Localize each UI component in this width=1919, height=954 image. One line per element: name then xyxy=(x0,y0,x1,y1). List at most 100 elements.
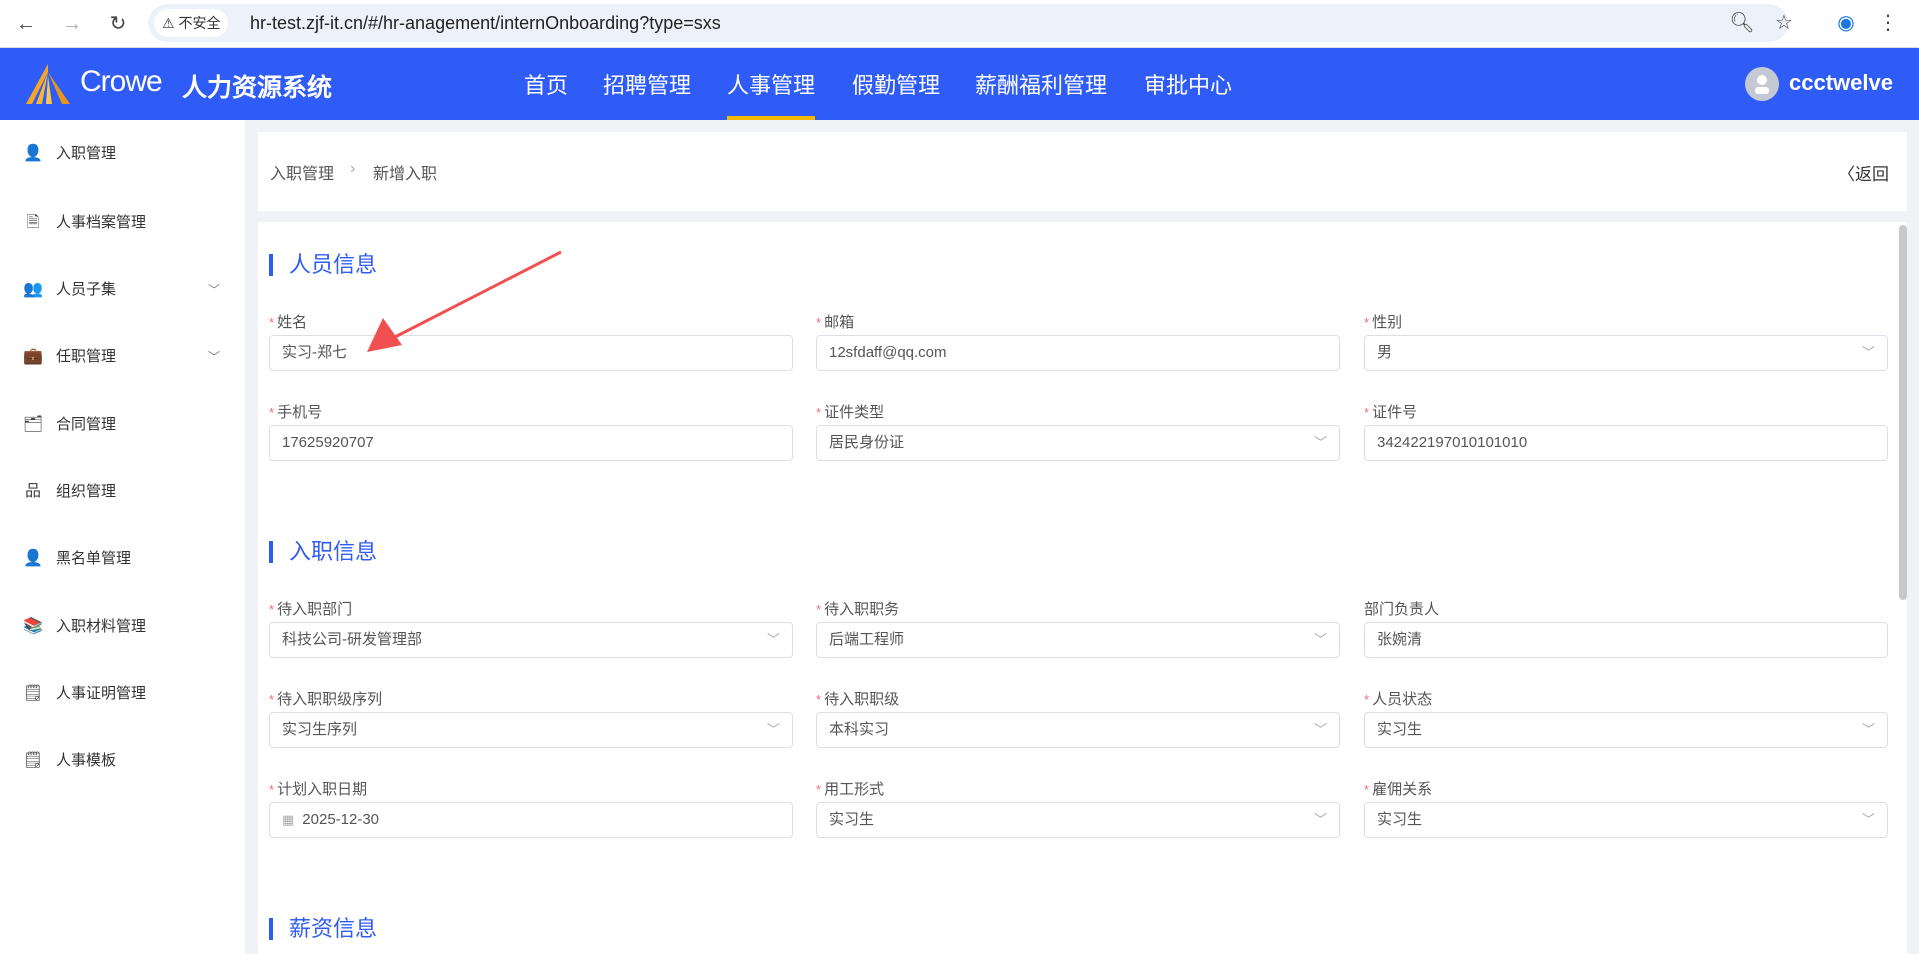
back-arrow-icon[interactable]: ← xyxy=(12,10,40,38)
section-title: 薪资信息 xyxy=(269,918,377,940)
field-label: * 手机号 xyxy=(269,401,322,422)
field-label: * 计划入职日期 xyxy=(269,778,367,799)
select-field[interactable]: 实习生序列 ﹀ xyxy=(269,712,793,748)
text-input[interactable]: 12sfdaff@qq.com xyxy=(816,335,1340,371)
sidebar-item-label: 黑名单管理 xyxy=(56,550,132,567)
field-label: * 用工形式 xyxy=(816,778,884,799)
select-field[interactable]: 实习生 ﹀ xyxy=(1364,712,1888,748)
forward-arrow-icon[interactable]: → xyxy=(58,10,86,38)
field-label-text: 雇佣关系 xyxy=(1372,781,1433,798)
org-chart-icon: 品 xyxy=(24,483,41,500)
sidebar-item-label: 入职材料管理 xyxy=(56,618,147,635)
zoom-icon[interactable]: 🔍︎ xyxy=(1728,8,1756,38)
avatar[interactable] xyxy=(1745,67,1779,101)
text-input[interactable]: 17625920707 xyxy=(269,425,793,461)
select-field[interactable]: 实习生 ﹀ xyxy=(816,802,1340,838)
select-field[interactable]: 后端工程师 ﹀ xyxy=(816,622,1340,658)
chevron-left-icon: 〈 xyxy=(1838,165,1855,184)
reload-icon[interactable]: ↻ xyxy=(104,10,132,38)
brand-name[interactable]: Crowe xyxy=(80,65,163,99)
required-asterisk: * xyxy=(1364,782,1370,797)
text-input[interactable]: 342422197010101010 xyxy=(1364,425,1888,461)
sidebar-item-label: 任职管理 xyxy=(56,348,117,365)
field-value: 实习生 xyxy=(1377,811,1423,828)
sidebar-item-9[interactable]: 🗒 人事模板 xyxy=(0,741,245,781)
address-bar[interactable]: ⚠ 不安全 hr-test.zjf-it.cn/#/hr-anagement/i… xyxy=(148,4,1788,42)
sidebar-item-1[interactable]: 🗎 人事档案管理 xyxy=(0,203,245,243)
select-field[interactable]: 科技公司-研发管理部 ﹀ xyxy=(269,622,793,658)
field-label: * 性别 xyxy=(1364,311,1402,332)
sidebar-item-7[interactable]: 📚 入职材料管理 xyxy=(0,607,245,647)
select-field[interactable]: 本科实习 ﹀ xyxy=(816,712,1340,748)
sidebar-item-5[interactable]: 品组织管理 xyxy=(0,472,245,512)
required-asterisk: * xyxy=(1364,405,1370,420)
date-picker[interactable]: ▦ 2025-12-30 xyxy=(269,802,793,838)
breadcrumb-item-onboarding[interactable]: 入职管理 xyxy=(270,160,334,184)
back-button[interactable]: 〈返回 xyxy=(1838,160,1889,185)
field-label-text: 待入职职务 xyxy=(824,601,900,618)
field-value: 科技公司-研发管理部 xyxy=(282,631,422,648)
sidebar-item-label: 组织管理 xyxy=(56,483,117,500)
required-asterisk: * xyxy=(269,782,275,797)
nav-item-4[interactable]: 薪酬福利管理 xyxy=(975,68,1107,120)
nav-item-2[interactable]: 人事管理 xyxy=(727,68,816,120)
menu-dots-icon[interactable]: ⋮ xyxy=(1874,8,1902,38)
nav-item-1[interactable]: 招聘管理 xyxy=(603,68,691,120)
sidebar-item-2[interactable]: 👥 人员子集 ﹀ xyxy=(0,270,245,310)
select-field[interactable]: 居民身份证 ﹀ xyxy=(816,425,1340,461)
sidebar-item-6[interactable]: 👤 黑名单管理 xyxy=(0,539,245,579)
sidebar-item-4[interactable]: 🗂 合同管理 xyxy=(0,405,245,445)
field-label-text: 待入职职级序列 xyxy=(277,691,383,708)
sidebar-item-label: 人员子集 xyxy=(56,281,117,298)
field-label: * 待入职职级 xyxy=(816,688,899,709)
field-label: * 待入职职务 xyxy=(816,598,899,619)
required-asterisk: * xyxy=(269,692,275,707)
field-label-text: 计划入职日期 xyxy=(277,781,368,798)
app-header: Crowe 人力资源系统 ccctwelve 首页 招聘管理 人事管理 假勤管理 薪酬福… xyxy=(0,48,1919,120)
chevron-down-icon: ﹀ xyxy=(208,350,221,364)
chevron-down-icon: ﹀ xyxy=(208,283,221,297)
section-title: 人员信息 xyxy=(269,254,377,276)
chevron-down-icon: ﹀ xyxy=(1313,632,1327,647)
sidebar-item-label: 人事模板 xyxy=(56,752,117,769)
sidebar-item-8[interactable]: 🗒 人事证明管理 xyxy=(0,674,245,714)
required-asterisk: * xyxy=(816,405,822,420)
text-input[interactable]: 张婉清 xyxy=(1364,622,1888,658)
nav-item-3[interactable]: 假勤管理 xyxy=(852,68,940,120)
required-asterisk: * xyxy=(269,405,275,420)
field-label: * 证件类型 xyxy=(816,401,884,422)
field-label: * 待入职部门 xyxy=(269,598,352,619)
chevron-down-icon: ﹀ xyxy=(1861,722,1875,737)
user-add-icon: 👤 xyxy=(23,145,43,162)
security-indicator[interactable]: ⚠ 不安全 xyxy=(154,9,229,37)
field-label-text: 邮箱 xyxy=(824,314,855,331)
template-icon: 🗒 xyxy=(22,752,44,769)
scrollbar[interactable] xyxy=(1899,225,1907,600)
section-title: 入职信息 xyxy=(269,541,377,563)
breadcrumb-separator-icon: › xyxy=(350,160,356,177)
nav-item-5[interactable]: 审批中心 xyxy=(1144,68,1232,120)
profile-icon[interactable]: ◉ xyxy=(1832,8,1860,38)
sidebar-item-3[interactable]: 💼 任职管理 ﹀ xyxy=(0,337,245,377)
required-asterisk: * xyxy=(269,315,275,330)
briefcase-icon: 💼 xyxy=(23,348,43,365)
username[interactable]: ccctwelve xyxy=(1789,70,1893,96)
field-value: 居民身份证 xyxy=(829,434,905,451)
url-text[interactable]: hr-test.zjf-it.cn/#/hr-anagement/internO… xyxy=(250,4,721,42)
field-value: 12sfdaff@qq.com xyxy=(829,344,947,361)
back-label: 返回 xyxy=(1855,165,1889,184)
nav-item-0[interactable]: 首页 xyxy=(524,68,568,120)
bookmark-star-icon[interactable]: ☆ xyxy=(1770,8,1798,38)
field-value: 实习生序列 xyxy=(282,721,358,738)
select-field[interactable]: 男 ﹀ xyxy=(1364,335,1888,371)
sidebar-item-0[interactable]: 👤 入职管理 xyxy=(0,134,245,174)
sidebar-item-label: 人事档案管理 xyxy=(56,214,147,231)
sidebar-item-label: 合同管理 xyxy=(56,416,117,433)
text-input[interactable]: 实习-郑七 xyxy=(269,335,793,371)
select-field[interactable]: 实习生 ﹀ xyxy=(1364,802,1888,838)
sidebar: 👤 入职管理 🗎 人事档案管理 👥 人员子集 ﹀ 💼 任职管理 ﹀ 🗂 合同管理品组织管理 👤 黑名单管理… xyxy=(0,120,245,954)
field-label-text: 证件类型 xyxy=(824,404,885,421)
field-value: 张婉清 xyxy=(1377,631,1423,648)
field-label: * 人员状态 xyxy=(1364,688,1432,709)
calendar-icon: ▦ xyxy=(282,812,295,827)
